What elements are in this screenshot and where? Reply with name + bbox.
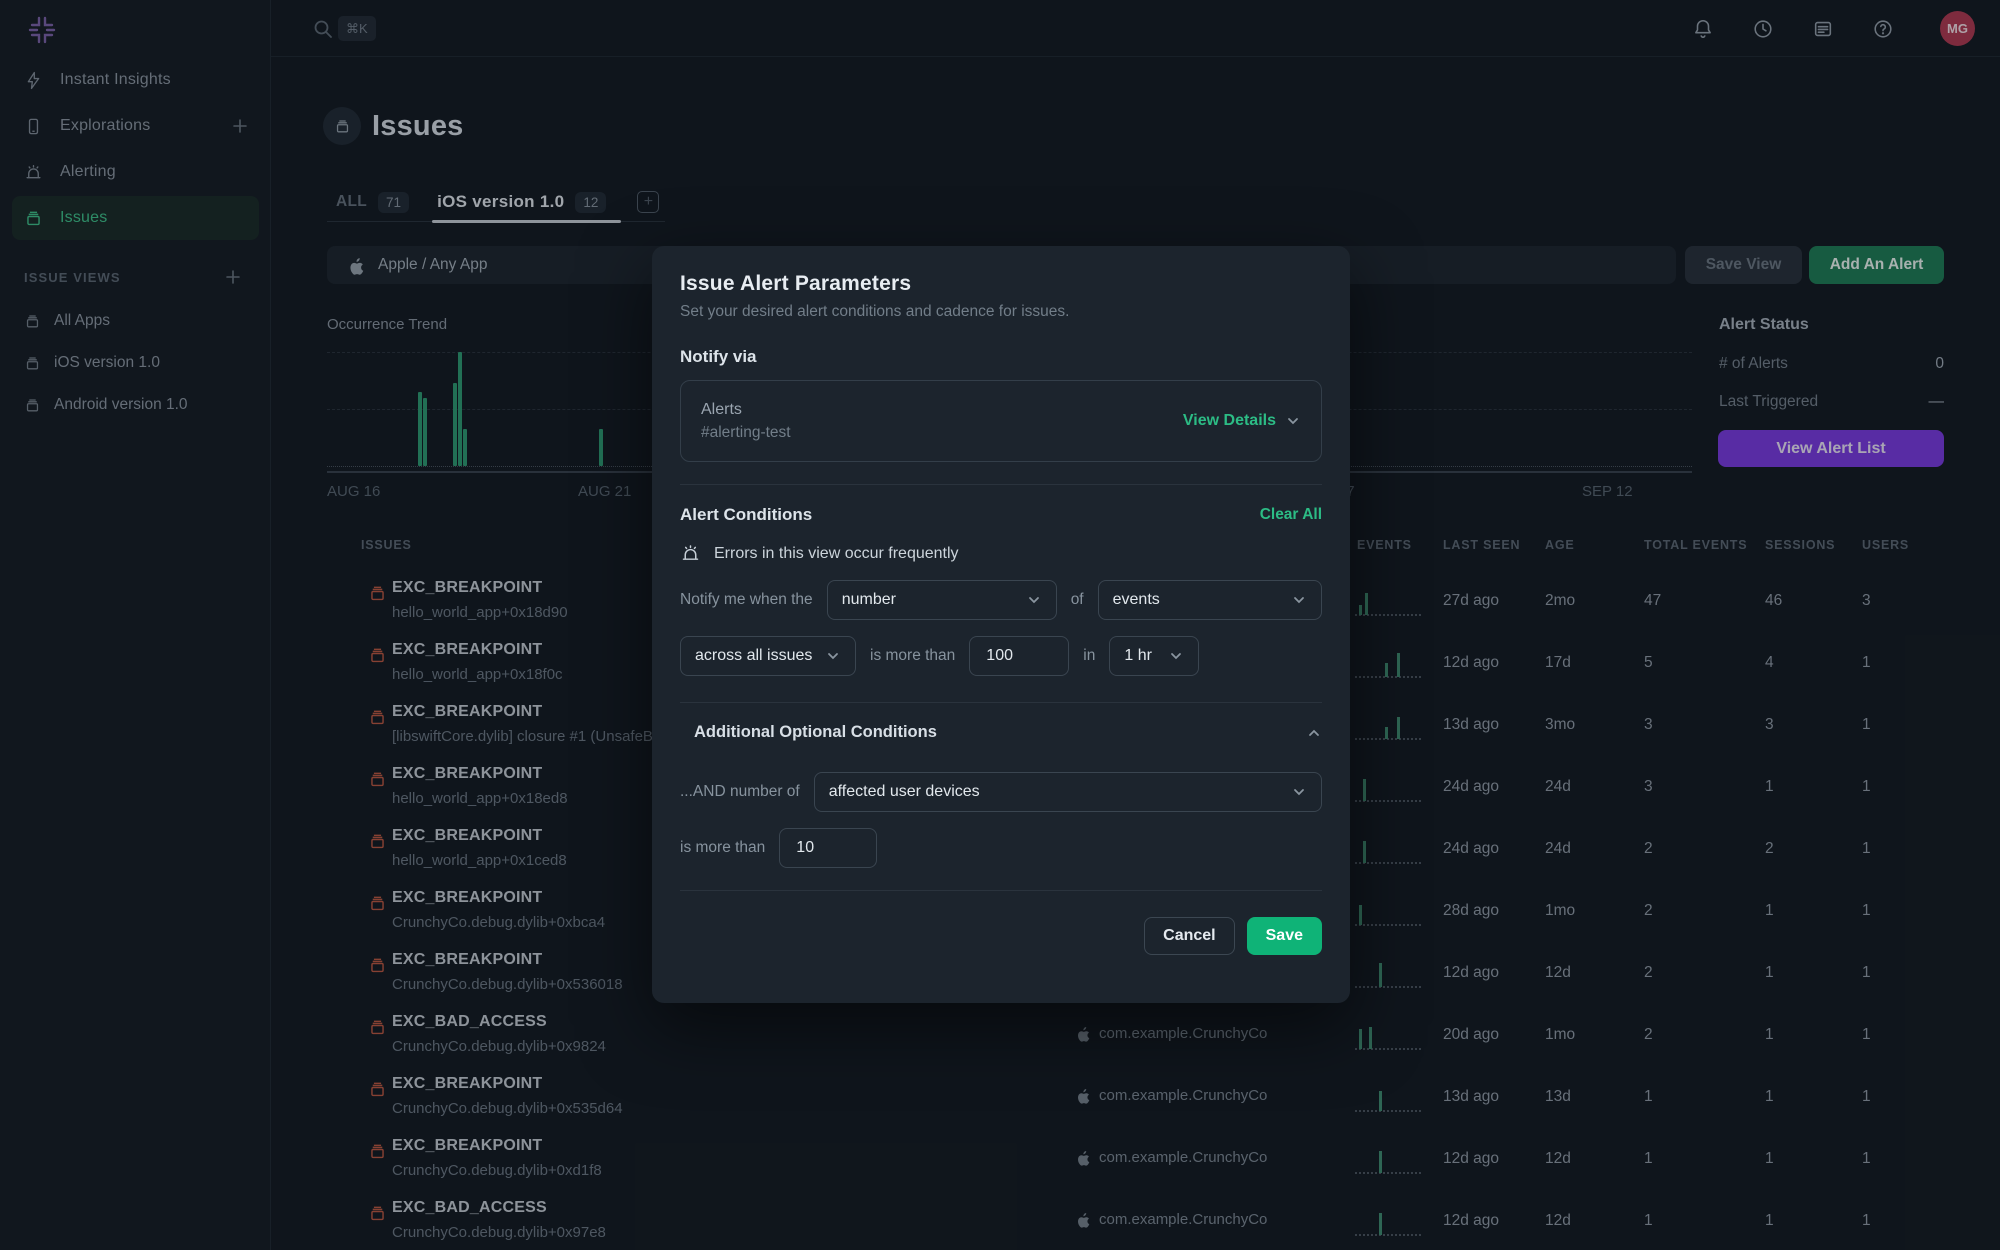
dimension-select[interactable]: affected user devices	[814, 772, 1322, 812]
alert-conditions-heading: Alert Conditions	[680, 505, 812, 525]
optional-threshold-input[interactable]	[779, 828, 877, 868]
of-label: of	[1071, 591, 1084, 609]
notify-channel-card[interactable]: Alerts #alerting-test View Details	[680, 380, 1322, 462]
issue-alert-parameters-modal: Issue Alert Parameters Set your desired …	[652, 246, 1350, 1003]
view-details-link[interactable]: View Details	[1183, 412, 1276, 430]
chevron-down-icon	[825, 648, 841, 664]
chevron-up-icon[interactable]	[1306, 725, 1322, 741]
channel-target: #alerting-test	[701, 424, 791, 442]
chevron-down-icon	[1291, 592, 1307, 608]
metric-select[interactable]: number	[827, 580, 1057, 620]
save-button[interactable]: Save	[1247, 917, 1322, 955]
alarm-icon	[680, 543, 701, 564]
chevron-down-icon	[1168, 648, 1184, 664]
chevron-down-icon[interactable]	[1285, 413, 1301, 429]
app-window: Instant InsightsExplorationsAlertingIssu…	[0, 0, 2000, 1250]
chevron-down-icon	[1291, 784, 1307, 800]
notify-via-heading: Notify via	[680, 347, 1322, 367]
unit-select[interactable]: events	[1098, 580, 1322, 620]
is-more-than-label-2: is more than	[680, 839, 765, 857]
clear-all-link[interactable]: Clear All	[1260, 506, 1322, 524]
scope-select[interactable]: across all issues	[680, 636, 856, 676]
notify-when-label: Notify me when the	[680, 591, 813, 609]
modal-subtitle: Set your desired alert conditions and ca…	[680, 303, 1322, 321]
chevron-down-icon	[1026, 592, 1042, 608]
cancel-button[interactable]: Cancel	[1144, 917, 1234, 955]
in-label: in	[1083, 647, 1095, 665]
is-more-than-label: is more than	[870, 647, 955, 665]
additional-conditions-toggle[interactable]: Additional Optional Conditions	[680, 723, 1322, 742]
time-window-select[interactable]: 1 hr	[1109, 636, 1199, 676]
modal-title: Issue Alert Parameters	[680, 272, 1322, 296]
additional-conditions-heading: Additional Optional Conditions	[694, 723, 937, 742]
condition-summary: Errors in this view occur frequently	[714, 545, 959, 563]
channel-name: Alerts	[701, 401, 791, 419]
threshold-input[interactable]	[969, 636, 1069, 676]
and-number-of-label: ...AND number of	[680, 783, 800, 801]
